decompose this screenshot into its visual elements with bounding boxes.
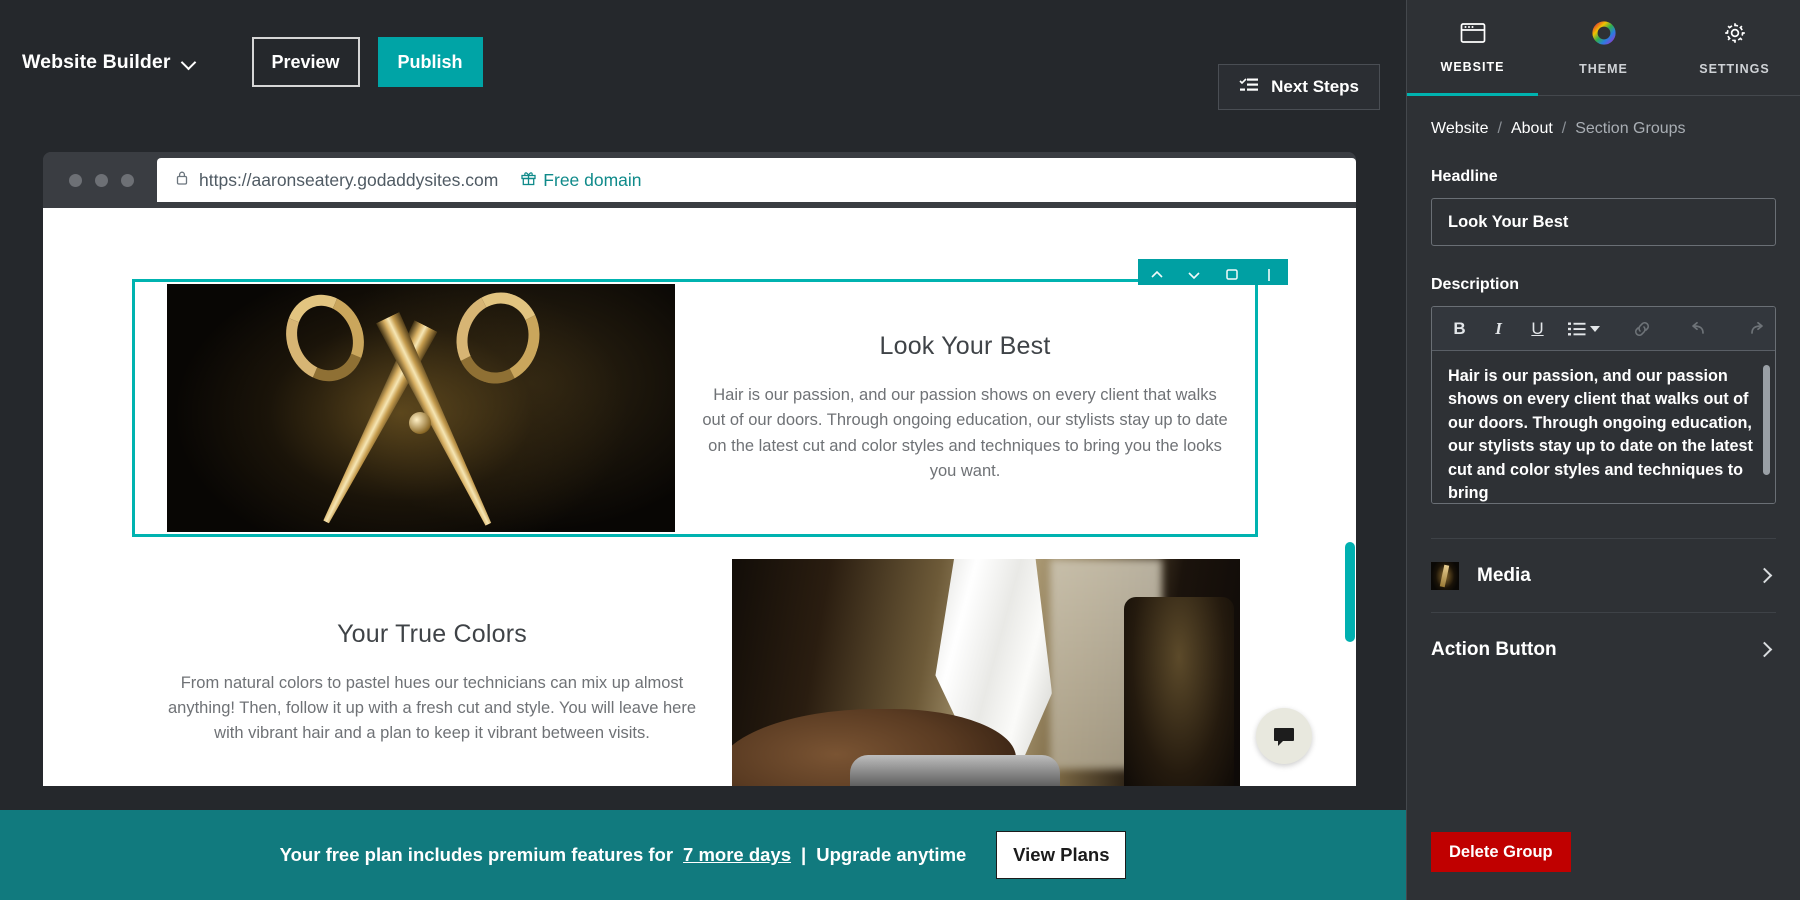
chevron-right-icon	[1756, 567, 1773, 584]
section-heading: Look Your Best	[879, 332, 1051, 361]
publish-button[interactable]: Publish	[377, 37, 483, 87]
chevron-up-icon[interactable]	[1149, 267, 1165, 283]
section-text-block: Your True Colors From natural colors to …	[132, 620, 732, 747]
site-canvas[interactable]: Look Your Best Hair is our passion, and …	[43, 208, 1356, 786]
chevron-down-icon[interactable]	[1186, 267, 1202, 283]
scissor-ring	[444, 284, 552, 395]
chevron-right-icon	[1756, 641, 1773, 658]
window-dot-red	[69, 173, 82, 187]
section-body: From natural colors to pastel hues our t…	[167, 673, 696, 743]
breadcrumb-separator: /	[1561, 120, 1567, 137]
preview-button[interactable]: Preview	[251, 37, 360, 87]
link-icon[interactable]	[1622, 308, 1661, 350]
scissor-pivot	[409, 412, 431, 434]
chevron-down-icon	[182, 55, 196, 69]
promo-days-link[interactable]: 7 more days	[683, 844, 791, 866]
tab-website-label: WEBSITE	[1440, 59, 1505, 74]
tab-theme[interactable]: THEME	[1538, 0, 1669, 95]
address-bar[interactable]: https://aaronseatery.godaddysites.com Fr…	[157, 158, 1356, 202]
section-image-foil	[732, 559, 1240, 786]
next-steps-label: Next Steps	[1271, 77, 1359, 96]
tab-settings-label: SETTINGS	[1699, 61, 1770, 76]
duplicate-icon[interactable]	[1224, 267, 1240, 283]
breadcrumb: Website / About / Section Groups	[1431, 120, 1776, 138]
description-label: Description	[1431, 276, 1520, 293]
site-section[interactable]: Your True Colors From natural colors to …	[132, 558, 1258, 786]
view-plans-button[interactable]: View Plans	[996, 831, 1127, 879]
tab-website[interactable]: WEBSITE	[1407, 0, 1538, 96]
next-steps-button[interactable]: Next Steps	[1218, 64, 1380, 110]
description-textarea[interactable]: Hair is our passion, and our passion sho…	[1432, 351, 1775, 503]
scissor-ring	[273, 284, 377, 394]
italic-icon[interactable]: I	[1479, 308, 1518, 350]
breadcrumb-website[interactable]: Website	[1431, 120, 1489, 138]
gear-icon	[1722, 20, 1748, 51]
site-preview-frame: https://aaronseatery.godaddysites.com Fr…	[43, 152, 1356, 786]
redo-icon[interactable]	[1736, 308, 1775, 350]
description-value: Hair is our passion, and our passion sho…	[1448, 367, 1753, 503]
rte-toolbar: B I U	[1432, 307, 1775, 351]
breadcrumb-current: Section Groups	[1575, 120, 1686, 137]
breadcrumb-separator: /	[1497, 120, 1502, 137]
brand-menu[interactable]: Website Builder	[22, 51, 196, 74]
panel-tabbar: WEBSITE THEME SETTINGS	[1407, 0, 1800, 96]
foil-tool	[850, 755, 1060, 786]
description-editor[interactable]: B I U Hair is our passion, and our passi…	[1431, 306, 1776, 504]
action-button-row[interactable]: Action Button	[1431, 612, 1776, 686]
color-wheel-icon	[1591, 20, 1617, 51]
move-icon[interactable]	[1261, 267, 1277, 283]
section-floating-toolbar[interactable]	[1138, 259, 1288, 285]
window-dot-yellow	[95, 173, 108, 187]
promo-text: Your free plan includes premium features…	[279, 844, 674, 865]
background-shelf	[1124, 597, 1234, 786]
section-image-scissors	[167, 284, 675, 532]
description-scrollbar-thumb[interactable]	[1763, 365, 1770, 475]
chevron-down-icon[interactable]	[1590, 325, 1600, 332]
action-button-label: Action Button	[1431, 638, 1557, 660]
tab-theme-label: THEME	[1579, 61, 1628, 76]
browser-window-icon	[1460, 22, 1486, 49]
browser-chrome-bar: https://aaronseatery.godaddysites.com Fr…	[43, 152, 1356, 208]
panel-body: Website / About / Section Groups Headlin…	[1407, 120, 1800, 686]
gift-icon	[521, 170, 536, 191]
free-domain-label: Free domain	[543, 169, 642, 190]
preview-scrollbar-thumb[interactable]	[1345, 542, 1355, 642]
undo-icon[interactable]	[1679, 308, 1718, 350]
underline-icon[interactable]: U	[1518, 308, 1557, 350]
window-dot-green	[121, 173, 134, 187]
section-heading: Your True Colors	[337, 619, 527, 648]
website-builder-app: Website Builder Preview Publish Next Ste…	[0, 0, 1800, 900]
brand-label: Website Builder	[22, 50, 171, 73]
url-text: https://aaronseatery.godaddysites.com	[199, 169, 499, 190]
free-domain-link[interactable]: Free domain	[521, 169, 642, 191]
free-plan-banner: Your free plan includes premium features…	[0, 810, 1406, 900]
promo-upgrade-text: Upgrade anytime	[816, 844, 967, 865]
tab-settings[interactable]: SETTINGS	[1669, 0, 1800, 95]
site-section-selected[interactable]: Look Your Best Hair is our passion, and …	[132, 259, 1288, 537]
preview-scrollbar[interactable]	[1344, 264, 1356, 786]
breadcrumb-about[interactable]: About	[1511, 120, 1553, 138]
bold-icon[interactable]: B	[1440, 308, 1479, 350]
media-row[interactable]: Media	[1431, 538, 1776, 612]
chat-bubble-icon[interactable]	[1256, 708, 1312, 764]
media-thumbnail	[1431, 561, 1459, 590]
settings-panel: WEBSITE THEME SETTINGS Website / About /…	[1406, 0, 1800, 900]
headline-label: Headline	[1431, 168, 1498, 185]
headline-input[interactable]	[1431, 198, 1776, 246]
checklist-icon	[1239, 77, 1259, 98]
editor-pane: Website Builder Preview Publish Next Ste…	[0, 0, 1406, 900]
promo-separator: |	[801, 844, 807, 865]
lock-icon	[175, 170, 189, 191]
top-toolbar: Website Builder Preview Publish Next Ste…	[0, 0, 1406, 124]
media-label: Media	[1477, 564, 1531, 586]
section-body: Hair is our passion, and our passion sho…	[702, 386, 1228, 480]
delete-group-button[interactable]: Delete Group	[1431, 832, 1571, 872]
section-text-block: Look Your Best Hair is our passion, and …	[675, 332, 1255, 484]
